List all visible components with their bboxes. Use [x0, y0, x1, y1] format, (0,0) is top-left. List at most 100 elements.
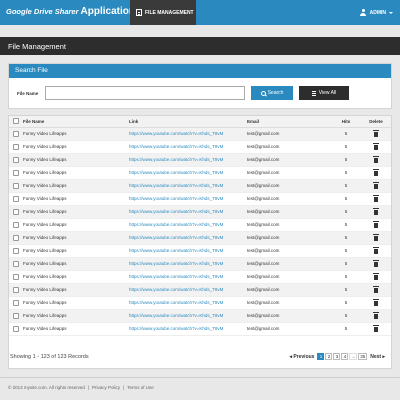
- row-checkbox[interactable]: [13, 260, 19, 267]
- cell-file-name: Funny Video Lifeapps: [23, 244, 129, 258]
- file-link[interactable]: https://www.youtube.com/watch?v=Khds_T8v…: [129, 261, 223, 266]
- search-panel-title: Search File: [9, 64, 391, 78]
- file-link[interactable]: https://www.youtube.com/watch?v=Khds_T8v…: [129, 170, 223, 175]
- trash-icon[interactable]: [373, 181, 379, 189]
- trash-icon[interactable]: [373, 142, 379, 150]
- file-link[interactable]: https://www.youtube.com/watch?v=Khds_T8v…: [129, 222, 223, 227]
- cell-email: test@gmail.com: [247, 127, 331, 141]
- trash-icon[interactable]: [373, 233, 379, 241]
- trash-icon[interactable]: [373, 272, 379, 280]
- file-link[interactable]: https://www.youtube.com/watch?v=Khds_T8v…: [129, 209, 223, 214]
- next-page-link[interactable]: Next ▸: [368, 354, 387, 360]
- file-name-input[interactable]: [45, 86, 245, 100]
- file-link[interactable]: https://www.youtube.com/watch?v=Khds_T8v…: [129, 287, 223, 292]
- trash-icon[interactable]: [373, 324, 379, 332]
- row-checkbox[interactable]: [13, 312, 19, 319]
- row-checkbox[interactable]: [13, 156, 19, 163]
- trash-icon[interactable]: [373, 155, 379, 163]
- row-select-cell: [9, 309, 23, 323]
- search-button[interactable]: Search: [251, 86, 293, 100]
- cell-delete: [361, 296, 391, 310]
- file-link[interactable]: https://www.youtube.com/watch?v=Khds_T8v…: [129, 183, 223, 188]
- file-link[interactable]: https://www.youtube.com/watch?v=Khds_T8v…: [129, 313, 223, 318]
- page-button[interactable]: 35: [358, 353, 368, 360]
- view-all-button-label: View All: [318, 90, 337, 96]
- row-checkbox[interactable]: [13, 325, 19, 332]
- file-link[interactable]: https://www.youtube.com/watch?v=Khds_T8v…: [129, 300, 223, 305]
- cell-email: test@gmail.com: [247, 179, 331, 193]
- trash-icon[interactable]: [373, 298, 379, 306]
- row-checkbox[interactable]: [13, 273, 19, 280]
- row-checkbox[interactable]: [13, 247, 19, 254]
- cell-hits: 5: [331, 166, 361, 180]
- terms-of-use-link[interactable]: Terms of Use: [127, 385, 154, 393]
- footer: © 2013 mysite.com. All rights reserved |…: [0, 377, 400, 400]
- cell-file-name: Funny Video Lifeapps: [23, 192, 129, 206]
- cell-email: test@gmail.com: [247, 205, 331, 219]
- cell-link: https://www.youtube.com/watch?v=Khds_T8v…: [129, 140, 247, 154]
- brand-app-label: Application: [80, 6, 135, 17]
- trash-icon[interactable]: [373, 207, 379, 215]
- app-brand[interactable]: Google Drive Sharer Application: [6, 6, 135, 17]
- table-row: Funny Video Lifeapps https://www.youtube.…: [9, 127, 391, 141]
- row-checkbox[interactable]: [13, 143, 19, 150]
- search-icon: [260, 90, 266, 96]
- cell-email: test@gmail.com: [247, 244, 331, 258]
- cell-link: https://www.youtube.com/watch?v=Khds_T8v…: [129, 283, 247, 297]
- view-all-button[interactable]: View All: [299, 86, 349, 100]
- file-link[interactable]: https://www.youtube.com/watch?v=Khds_T8v…: [129, 274, 223, 279]
- file-link[interactable]: https://www.youtube.com/watch?v=Khds_T8v…: [129, 196, 223, 201]
- file-link[interactable]: https://www.youtube.com/watch?v=Khds_T8v…: [129, 235, 223, 240]
- previous-page-link[interactable]: ◂ Previous: [287, 354, 316, 360]
- row-checkbox[interactable]: [13, 182, 19, 189]
- trash-icon[interactable]: [373, 259, 379, 267]
- table-row: Funny Video Lifeapps https://www.youtube.…: [9, 270, 391, 284]
- header-email[interactable]: Email: [247, 116, 331, 128]
- page-button[interactable]: 4: [341, 353, 349, 360]
- row-select-cell: [9, 140, 23, 154]
- user-menu[interactable]: ADMIN: [360, 9, 393, 16]
- nav-tab-file-management[interactable]: FILE MANAGEMENT: [130, 0, 196, 25]
- select-all-checkbox[interactable]: [13, 118, 19, 125]
- page-button[interactable]: 1: [317, 353, 325, 360]
- row-checkbox[interactable]: [13, 234, 19, 241]
- cell-link: https://www.youtube.com/watch?v=Khds_T8v…: [129, 192, 247, 206]
- trash-icon[interactable]: [373, 246, 379, 254]
- privacy-policy-link[interactable]: Privacy Policy: [92, 385, 120, 393]
- header-file-name[interactable]: File Name: [23, 116, 129, 128]
- page-button[interactable]: 2: [325, 353, 333, 360]
- row-checkbox[interactable]: [13, 195, 19, 202]
- cell-email: test@gmail.com: [247, 140, 331, 154]
- file-link[interactable]: https://www.youtube.com/watch?v=Khds_T8v…: [129, 248, 223, 253]
- header-hits[interactable]: Hits: [331, 116, 361, 128]
- row-checkbox[interactable]: [13, 208, 19, 215]
- doc-icon: [136, 9, 142, 16]
- file-link[interactable]: https://www.youtube.com/watch?v=Khds_T8v…: [129, 157, 223, 162]
- row-checkbox[interactable]: [13, 299, 19, 306]
- cell-email: test@gmail.com: [247, 192, 331, 206]
- page-ellipsis: ...: [349, 353, 358, 360]
- trash-icon[interactable]: [373, 285, 379, 293]
- row-checkbox[interactable]: [13, 130, 19, 137]
- trash-icon[interactable]: [373, 129, 379, 137]
- trash-icon[interactable]: [373, 311, 379, 319]
- footer-separator: |: [87, 385, 90, 390]
- header-link[interactable]: Link: [129, 116, 247, 128]
- cell-link: https://www.youtube.com/watch?v=Khds_T8v…: [129, 153, 247, 167]
- records-count: Showing 1 - 123 of 123 Records: [10, 354, 89, 360]
- page-button[interactable]: 3: [333, 353, 341, 360]
- file-link[interactable]: https://www.youtube.com/watch?v=Khds_T8v…: [129, 131, 223, 136]
- row-checkbox[interactable]: [13, 221, 19, 228]
- trash-icon[interactable]: [373, 168, 379, 176]
- trash-icon[interactable]: [373, 220, 379, 228]
- file-link[interactable]: https://www.youtube.com/watch?v=Khds_T8v…: [129, 326, 223, 331]
- page-title: File Management: [0, 37, 400, 55]
- brand-name: Google Drive Sharer: [6, 7, 79, 16]
- footer-copyright: © 2013 mysite.com. All rights reserved: [8, 385, 85, 390]
- row-checkbox[interactable]: [13, 169, 19, 176]
- file-link[interactable]: https://www.youtube.com/watch?v=Khds_T8v…: [129, 144, 223, 149]
- row-select-cell: [9, 244, 23, 258]
- row-checkbox[interactable]: [13, 286, 19, 293]
- trash-icon[interactable]: [373, 194, 379, 202]
- cell-hits: 5: [331, 244, 361, 258]
